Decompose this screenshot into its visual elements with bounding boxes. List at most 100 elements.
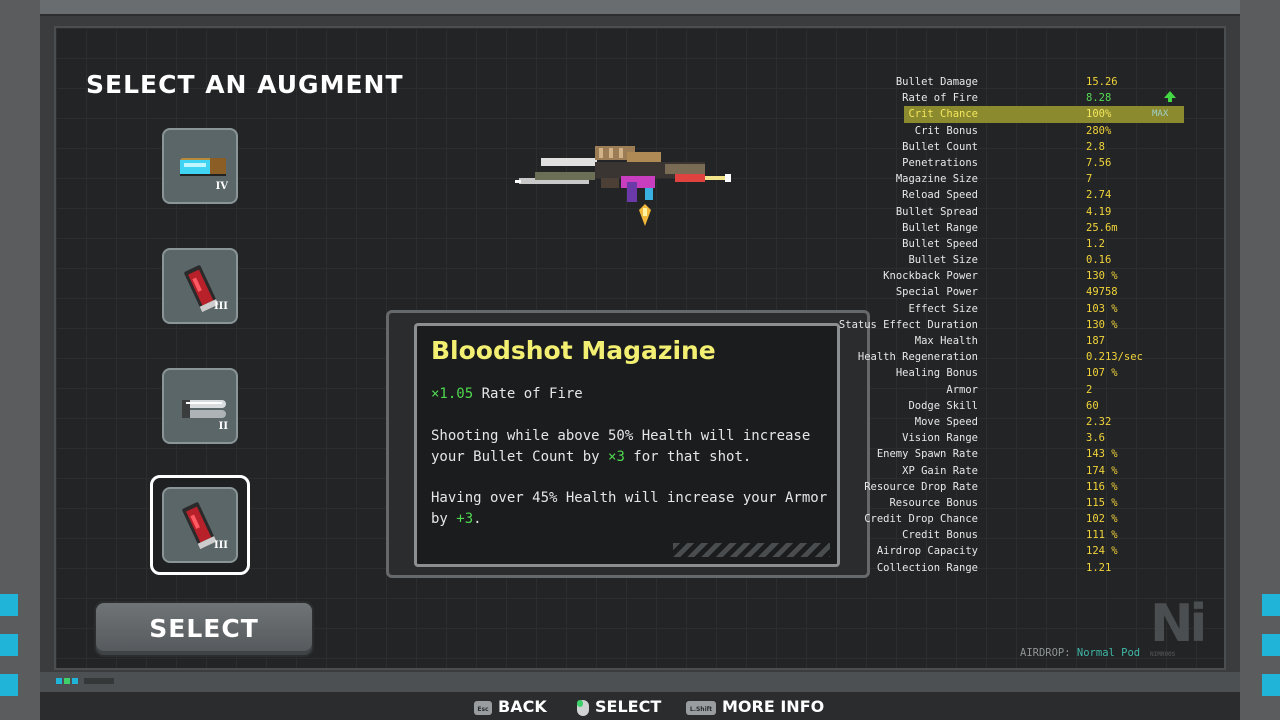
stat-value: 107 % [1086, 367, 1118, 380]
stat-value: 3.6 [1086, 432, 1105, 445]
stat-label: Armor [946, 383, 978, 396]
augment-modifier: ×1.05 Rate of Fire [431, 384, 831, 405]
top-frame [40, 0, 1240, 31]
esc-key-icon: Esc [474, 700, 492, 715]
shift-key-label: L.Shift [690, 706, 712, 713]
studio-logo: Ni [1150, 594, 1207, 654]
stat-row: Collection Range 1.21 [877, 560, 1184, 576]
more-info-prompt[interactable]: L.Shift MORE INFO [686, 696, 824, 718]
stat-value: 102 % [1086, 513, 1118, 526]
stat-label: Rate of Fire [902, 92, 978, 105]
back-prompt[interactable]: Esc BACK [474, 696, 547, 718]
augment-slot-2[interactable]: III [162, 248, 238, 324]
stat-label: Bullet Range [902, 221, 978, 234]
stat-label: Collection Range [876, 561, 978, 574]
frame-light [1262, 634, 1280, 656]
stat-row: Armor 2 [904, 382, 1184, 398]
augment-slot-1[interactable]: IV [162, 128, 238, 204]
stat-value: 143 % [1086, 448, 1118, 461]
stat-label: Max Health [914, 335, 978, 347]
augment-name: Bloodshot Magazine [431, 336, 716, 365]
stat-value: 7.56 [1086, 156, 1112, 169]
desc-text: for that shot. [624, 449, 752, 465]
stat-row: Airdrop Capacity 124 % [877, 543, 1184, 559]
stat-value: 15.26 [1086, 76, 1118, 88]
augment-description-1: Shooting while above 50% Health will inc… [431, 426, 831, 468]
weapon-stats-list: Bullet Damage 15.26 Rate of Fire 8.28 Crit C… [839, 74, 1184, 576]
stat-value: 8.28 [1086, 92, 1112, 105]
stat-row: Reload Speed 2.74 [902, 187, 1184, 203]
status-led [72, 678, 78, 684]
stat-label: Bullet Spread [895, 205, 978, 218]
shift-key-icon: L.Shift [686, 700, 716, 715]
stat-value: 0.213/sec [1086, 351, 1143, 364]
desc-text: Having over 45% Health will increase you… [431, 490, 828, 527]
stat-value: 100% [1086, 108, 1112, 121]
cyan-cylinder-augment-icon [180, 158, 226, 176]
stat-row: Resource Bonus 115 % [889, 495, 1184, 511]
stat-value: 174 % [1086, 464, 1118, 477]
augment-tier: III [213, 301, 228, 312]
stat-row: Bullet Size 0.16 [904, 252, 1184, 268]
stat-max-badge: MAX [1152, 109, 1169, 120]
left-frame [0, 0, 40, 720]
stat-label: Bullet Count [902, 140, 978, 153]
stat-value: 111 % [1086, 529, 1118, 542]
desc-value: +3 [456, 511, 474, 527]
stat-row: Rate of Fire 8.28 [902, 90, 1184, 106]
stat-label: Vision Range [902, 432, 978, 445]
stat-value: 49758 [1086, 286, 1118, 299]
stat-label: Effect Size [908, 302, 978, 315]
stat-value: 115 % [1086, 496, 1118, 509]
stat-label: Enemy Spawn Rate [876, 448, 978, 461]
stat-value: 2.32 [1086, 415, 1112, 428]
stat-label: Magazine Size [895, 173, 978, 186]
stat-label: Airdrop Capacity [876, 545, 978, 558]
stat-increase-arrow-icon [1164, 91, 1176, 103]
stat-row: Effect Size 103 % [904, 301, 1184, 317]
page-title: SELECT AN AUGMENT [86, 70, 404, 99]
stat-label: Crit Chance [908, 108, 978, 121]
stat-value: 116 % [1086, 480, 1118, 493]
airdrop-label: AIRDROP: [1020, 647, 1071, 659]
stat-value: 7 [1086, 173, 1093, 186]
studio-logo-text: NIMROOS [1150, 651, 1176, 658]
stat-row: Max Health 187 [904, 333, 1184, 349]
red-magazine-augment-icon [184, 265, 219, 313]
stat-label: Resource Bonus [889, 496, 978, 509]
stat-row: Move Speed 2.32 [904, 414, 1184, 430]
stat-label: Credit Bonus [902, 529, 978, 542]
stat-value: 1.21 [1086, 561, 1112, 574]
stat-row: Bullet Spread 4.19 [896, 204, 1184, 220]
augment-slot-3[interactable]: II [162, 368, 238, 444]
stat-value: 2 [1086, 383, 1093, 396]
stat-value: 25.6m [1086, 221, 1118, 234]
panel-hatch-decoration [673, 543, 830, 557]
stat-row: Bullet Range 25.6m [902, 220, 1184, 236]
stat-label: Bullet Size [908, 254, 978, 267]
stat-value: 103 % [1086, 302, 1118, 315]
select-button[interactable]: SELECT [94, 601, 314, 657]
augment-slot-4-selected[interactable]: III [150, 475, 250, 575]
stat-row: Resource Drop Rate 116 % [864, 479, 1184, 495]
stat-value: 130 % [1086, 270, 1118, 283]
select-prompt[interactable]: SELECT [577, 696, 661, 718]
stat-row: Credit Bonus 111 % [902, 527, 1184, 543]
frame-light [1262, 594, 1280, 616]
modifier-label: Rate of Fire [481, 386, 583, 402]
status-led [84, 678, 114, 684]
select-label: SELECT [595, 697, 662, 716]
stat-row: Credit Drop Chance 102 % [864, 511, 1184, 527]
stat-label: Healing Bonus [895, 367, 978, 380]
stat-row: Magazine Size 7 [896, 171, 1184, 187]
stat-label: Bullet Damage [895, 76, 978, 88]
stat-value: 4.19 [1086, 205, 1112, 218]
stat-value: 280% [1086, 124, 1112, 137]
stat-row: Status Effect Duration 130 % [839, 317, 1184, 333]
stat-row: Dodge Skill 60 [904, 398, 1184, 414]
augment-tier: II [218, 421, 228, 432]
stat-label: Status Effect Duration [838, 318, 978, 331]
airdrop-value: Normal Pod [1076, 647, 1141, 659]
frame-light [0, 594, 18, 616]
stat-row: Penetrations 7.56 [902, 155, 1184, 171]
